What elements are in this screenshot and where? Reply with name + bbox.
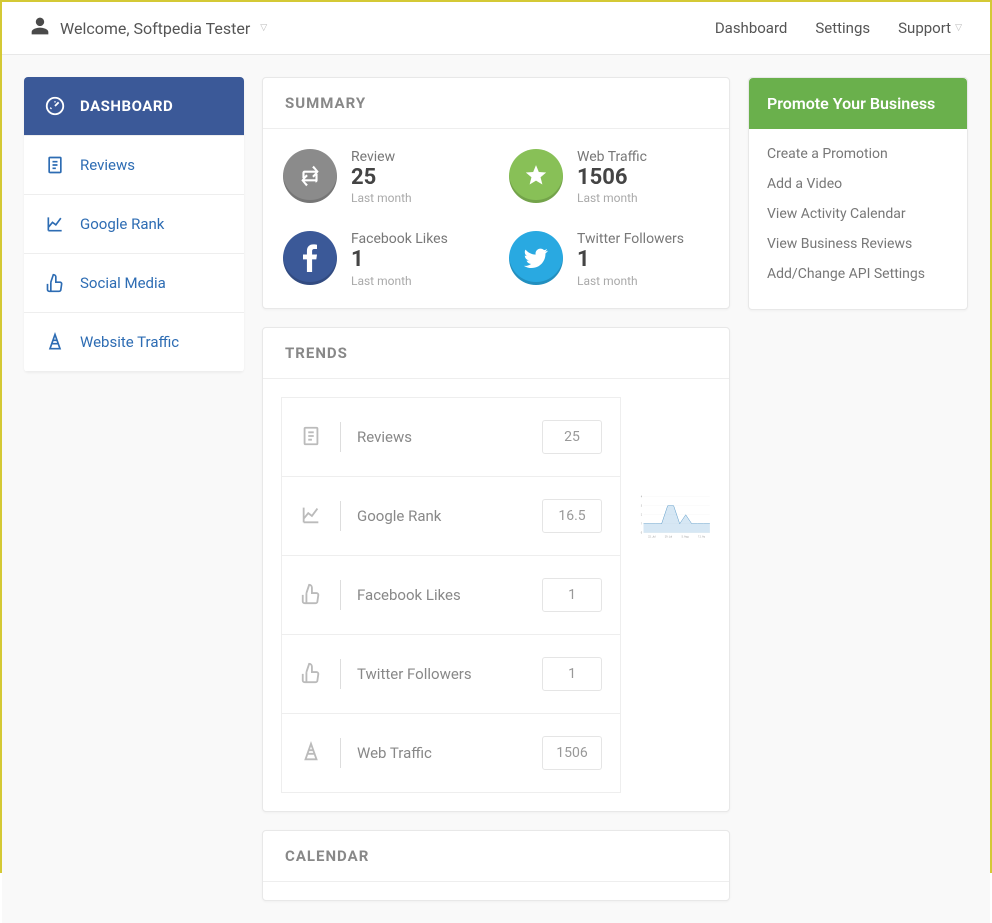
thumbs-up-icon [300,662,324,686]
trends-title: Trends [263,328,729,379]
traffic-cone-icon [44,331,66,353]
promote-link[interactable]: View Business Reviews [767,229,949,259]
nav-settings[interactable]: Settings [815,19,870,37]
svg-text:12. Au: 12. Au [698,535,706,538]
svg-text:22. Jul: 22. Jul [648,535,656,538]
calendar-card: Calendar [262,830,730,901]
svg-text:5. Aug: 5. Aug [681,535,689,538]
sidebar-item-label: Dashboard [80,97,173,115]
sidebar-item-label: Website Traffic [80,333,179,351]
promote-link[interactable]: Add a Video [767,169,949,199]
document-icon [300,425,324,449]
welcome-text: Welcome, Softpedia Tester [60,19,250,38]
metric-web-traffic: Web Traffic 1506 Last month [509,149,709,205]
chart-icon [44,213,66,235]
retweet-icon [283,149,337,203]
promote-link[interactable]: Add/Change API Settings [767,259,949,289]
sidebar-item-label: Reviews [80,156,135,174]
svg-text:3: 3 [641,504,643,507]
sidebar-item-label: Social Media [80,274,166,292]
svg-text:4: 4 [641,495,643,498]
summary-title: Summary [263,78,729,129]
calendar-title: Calendar [263,831,729,882]
traffic-cone-icon [300,741,324,765]
metric-twitter: Twitter Followers 1 Last month [509,231,709,287]
sidebar-item-dashboard[interactable]: Dashboard [24,77,244,136]
document-icon [44,154,66,176]
chevron-down-icon: ▽ [955,23,962,33]
trends-card: Trends Reviews 25 Google Rank [262,327,730,812]
nav-support[interactable]: Support▽ [898,19,962,37]
trend-row-reviews[interactable]: Reviews 25 [282,398,620,477]
gauge-icon [44,95,66,117]
promote-link[interactable]: Create a Promotion [767,139,949,169]
metric-facebook: Facebook Likes 1 Last month [283,231,483,287]
svg-text:2: 2 [641,513,643,516]
chevron-down-icon: ▽ [260,23,267,33]
welcome-area[interactable]: Welcome, Softpedia Tester ▽ [30,16,267,40]
nav-dashboard[interactable]: Dashboard [715,19,788,37]
metric-review: Review 25 Last month [283,149,483,205]
sidebar-item-website-traffic[interactable]: Website Traffic [24,313,244,372]
svg-text:29. Jul: 29. Jul [665,535,673,538]
trend-row-fb[interactable]: Facebook Likes 1 [282,556,620,635]
trends-chart: 0 1 2 3 4 22. Jul 29. Jul 5. Aug 12. Au [639,397,711,793]
trend-row-traffic[interactable]: Web Traffic 1506 [282,714,620,792]
svg-text:1: 1 [641,522,642,525]
sidebar-item-reviews[interactable]: Reviews [24,136,244,195]
thumbs-up-icon [44,272,66,294]
facebook-icon [283,231,337,285]
trend-row-twitter[interactable]: Twitter Followers 1 [282,635,620,714]
trend-row-google-rank[interactable]: Google Rank 16.5 [282,477,620,556]
sidebar-item-google-rank[interactable]: Google Rank [24,195,244,254]
user-icon [30,16,50,40]
svg-text:0: 0 [641,531,643,534]
star-icon [509,149,563,203]
sidebar-item-social-media[interactable]: Social Media [24,254,244,313]
sidebar: Dashboard Reviews Google Rank Social Med… [24,77,244,372]
chart-icon [300,504,324,528]
promote-link[interactable]: View Activity Calendar [767,199,949,229]
twitter-icon [509,231,563,285]
sidebar-item-label: Google Rank [80,215,164,233]
thumbs-up-icon [300,583,324,607]
promote-card: Promote Your Business Create a Promotion… [748,77,968,310]
summary-card: Summary Review 25 Last month [262,77,730,309]
promote-title: Promote Your Business [749,78,967,129]
